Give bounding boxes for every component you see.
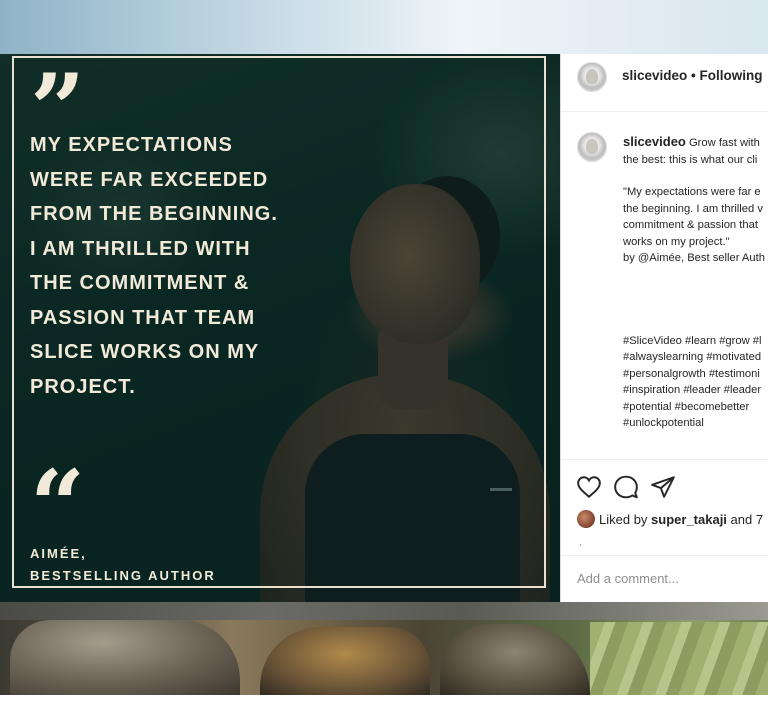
quote-line: PASSION THAT TEAM xyxy=(30,306,256,329)
hashtag-line[interactable]: #potential #becomebetter xyxy=(623,399,768,416)
caption-quote-line: the beginning. I am thrilled v xyxy=(623,202,763,215)
quote-line: FROM THE BEGINNING. xyxy=(30,203,278,225)
likes-summary[interactable]: Liked by super_takaji and 7 xyxy=(599,512,763,527)
rock-formation xyxy=(440,624,590,695)
close-quote-mark: “ xyxy=(30,449,85,562)
caption-username[interactable]: slicevideo xyxy=(623,134,686,149)
quote-line: THE COMMITMENT & xyxy=(30,272,250,294)
instagram-side-panel: slicevideo • Following slicevideo Grow f… xyxy=(560,54,768,602)
comment-icon[interactable] xyxy=(613,474,639,500)
quote-line: SLICE WORKS ON MY xyxy=(30,341,260,363)
quote-line: I AM THRILLED WITH xyxy=(30,237,251,260)
caption-quote-line: by @Aimée, Best seller Auth xyxy=(623,252,765,264)
following-button[interactable]: • Following xyxy=(691,68,762,83)
quote-line: PROJECT. xyxy=(30,375,136,398)
testimonial-quote: MY EXPECTATIONS WERE FAR EXCEEDED FROM T… xyxy=(30,128,330,404)
heart-icon[interactable] xyxy=(576,474,602,500)
caption-avatar[interactable] xyxy=(577,132,607,162)
liker-avatar[interactable] xyxy=(577,510,595,528)
username-link[interactable]: slicevideo xyxy=(622,68,687,83)
rock-formation xyxy=(260,627,430,695)
timestamp-mark: , xyxy=(579,537,582,548)
dog-avatar-icon xyxy=(586,139,598,154)
post-actions: Liked by super_takaji and 7 , Add a comm… xyxy=(561,459,768,602)
background-sky xyxy=(0,0,768,54)
caption-text: Grow fast with xyxy=(685,137,760,149)
quote-line: MY EXPECTATIONS xyxy=(30,134,233,156)
hashtag-line[interactable]: #SliceVideo #learn #grow #l xyxy=(623,333,768,350)
valley-fields xyxy=(590,622,768,695)
hashtag-line[interactable]: #unlockpotential xyxy=(623,415,768,432)
hashtag-line[interactable]: #inspiration #leader #leader xyxy=(623,382,768,399)
dog-avatar-icon xyxy=(586,69,598,84)
caption-text: the best: this is what our cli xyxy=(623,153,758,166)
hashtag-line[interactable]: #personalgrowth #testimoni xyxy=(623,366,768,383)
post-header: slicevideo • Following xyxy=(561,54,768,112)
post-caption: slicevideo Grow fast with the best: this… xyxy=(623,134,768,432)
caption-quote-line: works on my project." xyxy=(623,235,730,248)
hashtag-line[interactable]: #alwayslearning #motivated xyxy=(623,349,768,366)
background-landscape xyxy=(0,602,768,695)
author-title: BESTSELLING AUTHOR xyxy=(30,568,216,583)
comment-bar: Add a comment... xyxy=(561,555,768,602)
bottom-margin xyxy=(0,695,768,709)
quote-line: WERE FAR EXCEEDED xyxy=(30,168,269,191)
author-name: AIMÉE, xyxy=(30,546,87,561)
caption-quote-line: "My expectations were far e xyxy=(623,186,761,198)
paper-plane-icon[interactable] xyxy=(650,474,676,500)
horizon-strip xyxy=(0,602,768,620)
rock-formation xyxy=(10,620,240,695)
account-avatar[interactable] xyxy=(577,62,607,92)
liker-username[interactable]: super_takaji xyxy=(651,512,727,527)
caption-quote-line: commitment & passion that xyxy=(623,219,758,231)
add-comment-input[interactable]: Add a comment... xyxy=(577,571,679,586)
